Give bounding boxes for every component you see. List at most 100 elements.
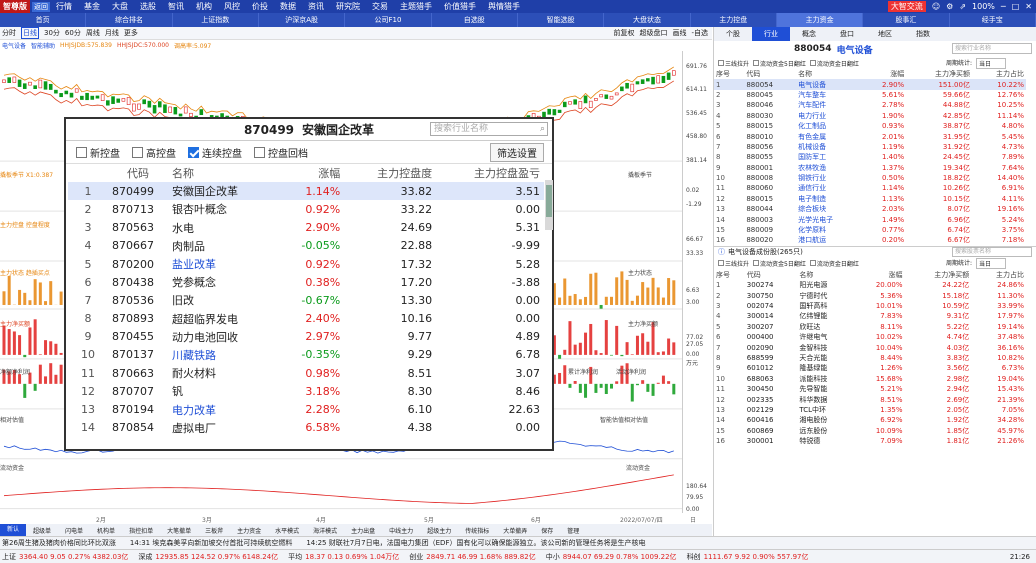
table-row[interactable]: 1 880054 电气设备 2.90% 151.00亿 10.22% bbox=[714, 79, 1026, 90]
table-row[interactable]: 2 300750 宁德时代 5.36% 15.18亿 11.30% bbox=[714, 290, 1026, 300]
nav-tab[interactable]: 沪深京A股 bbox=[259, 13, 346, 27]
table-row[interactable]: 12 880015 电子制造 1.13% 10.15亿 4.11% bbox=[714, 194, 1026, 204]
table-row[interactable]: 11 300450 先导智能 5.21% 2.94亿 15.43% bbox=[714, 384, 1026, 394]
table-row[interactable]: 13 002129 TCL中环 1.35% 2.05亿 7.05% bbox=[714, 405, 1026, 415]
table-row[interactable]: 14 600416 湘电股份 6.92% 1.92亿 34.28% bbox=[714, 415, 1026, 425]
news-item[interactable]: 14:31 埃克森美孚向新加坡交付首批可持续航空燃料 bbox=[130, 538, 292, 548]
indicator-tab[interactable]: 大笔撤单 bbox=[160, 526, 198, 535]
table-row[interactable]: 14 880003 光学光电子 1.49% 6.96亿 5.24% bbox=[714, 214, 1026, 224]
table-row[interactable]: 1 870499 安徽国企改革 1.14% 33.82 3.51 bbox=[68, 182, 544, 201]
table-row[interactable]: 11 870663 耐火材料 0.98% 8.51 3.07 bbox=[68, 364, 544, 382]
index-quote[interactable]: 上证 3364.40 9.05 0.27% 4382.03亿 bbox=[2, 552, 128, 562]
maximize-icon[interactable]: □ bbox=[1012, 2, 1020, 11]
menu-item[interactable]: 数据 bbox=[280, 2, 296, 11]
news-item[interactable]: 第26周生猪及猪肉价格同比环比双涨 bbox=[2, 538, 116, 548]
table-row[interactable]: 15 880009 化学原料 0.77% 6.74亿 3.75% bbox=[714, 225, 1026, 235]
trade-button[interactable]: 大智交流 bbox=[887, 1, 926, 12]
menu-item[interactable]: 价值猎手 bbox=[444, 2, 476, 11]
column-header[interactable]: 序号 bbox=[714, 69, 744, 79]
column-header[interactable]: 主力净买额 bbox=[905, 270, 972, 280]
table-row[interactable]: 5 870200 盐业改革 0.92% 17.32 5.28 bbox=[68, 255, 544, 273]
menu-item[interactable]: 研究院 bbox=[336, 2, 360, 11]
toolbar-button[interactable]: 画线 bbox=[672, 28, 686, 38]
popup-search-input[interactable]: 搜索行业名称 ⌕ bbox=[430, 122, 548, 136]
indicator-tab[interactable]: 大单撤弄 bbox=[496, 526, 534, 535]
news-item[interactable]: 14:25 财联社7月7日电，法国电力集团（EDF）国有化可以确保能源独立。该公… bbox=[306, 538, 645, 548]
menu-item[interactable]: 价投 bbox=[252, 2, 268, 11]
period-tab[interactable]: 日线 bbox=[21, 27, 39, 39]
column-header[interactable]: 主力占比 bbox=[971, 270, 1026, 280]
column-header[interactable]: 代码 bbox=[744, 69, 796, 79]
filter-checkbox[interactable]: 控盘回档 bbox=[254, 145, 308, 160]
version-badge[interactable]: 返回 bbox=[32, 1, 50, 12]
column-header[interactable]: 主力净买额 bbox=[906, 69, 972, 79]
indicator-tab[interactable]: 中线主力 bbox=[382, 526, 420, 535]
period-dropdown[interactable]: 当日 bbox=[975, 57, 1006, 69]
filter-checkbox[interactable]: 高控盘 bbox=[132, 145, 176, 160]
share-icon[interactable]: ⇗ bbox=[959, 2, 966, 11]
menu-item[interactable]: 资讯 bbox=[308, 2, 324, 11]
table-row[interactable]: 10 688063 派能科技 15.68% 2.98亿 19.04% bbox=[714, 374, 1026, 384]
column-header[interactable]: 涨幅 bbox=[862, 69, 906, 79]
indicator-tab[interactable]: 闪电单 bbox=[58, 526, 90, 535]
table-row[interactable]: 7 870536 旧改 -0.67% 13.30 0.00 bbox=[68, 291, 544, 309]
period-tab[interactable]: 30分 bbox=[44, 28, 60, 38]
index-quote[interactable]: 深成 12935.85 124.52 0.97% 6148.24亿 bbox=[138, 552, 278, 562]
indicator-tab[interactable]: 传统指标 bbox=[458, 526, 496, 535]
table-row[interactable]: 8 870893 超超临界发电 2.40% 10.16 0.00 bbox=[68, 310, 544, 328]
option-checkbox[interactable]: 流动资金5日翻红 bbox=[753, 259, 806, 268]
column-header[interactable]: 名称 bbox=[796, 69, 862, 79]
indicator-tab[interactable]: 指控扣单 bbox=[122, 526, 160, 535]
table-row[interactable]: 4 870667 肉制品 -0.05% 22.88 -9.99 bbox=[68, 237, 544, 255]
column-header[interactable]: 主力控盘度 bbox=[344, 164, 436, 182]
table-row[interactable]: 4 880030 电力行业 1.90% 42.85亿 11.14% bbox=[714, 111, 1026, 121]
table-row[interactable]: 3 002074 国轩高科 10.01% 10.59亿 33.99% bbox=[714, 301, 1026, 311]
period-tab[interactable]: 分时 bbox=[2, 28, 16, 38]
nav-tab[interactable]: 自选股 bbox=[432, 13, 518, 27]
stock-search-input[interactable]: 搜索股票名称 bbox=[952, 247, 1032, 258]
zoom-level[interactable]: 100% bbox=[972, 2, 995, 11]
column-header[interactable]: 代码 bbox=[108, 164, 168, 182]
column-header[interactable]: 主力控盘盈亏 bbox=[436, 164, 544, 182]
column-header[interactable]: 代码 bbox=[745, 270, 798, 280]
menu-item[interactable]: 交易 bbox=[372, 2, 388, 11]
table-row[interactable]: 9 870455 动力电池回收 2.97% 9.77 4.89 bbox=[68, 328, 544, 346]
table-row[interactable]: 3 870563 水电 2.90% 24.69 5.31 bbox=[68, 219, 544, 237]
filter-checkbox[interactable]: 连续控盘 bbox=[188, 145, 242, 160]
nav-tab[interactable]: 综合排名 bbox=[86, 13, 173, 27]
table-row[interactable]: 3 880046 汽车配件 2.78% 44.88亿 10.25% bbox=[714, 100, 1026, 110]
indicator-tab[interactable]: 超级单 bbox=[26, 526, 58, 535]
nav-tab[interactable]: 智能选股 bbox=[518, 13, 605, 27]
option-checkbox[interactable]: 流动资金日翻红 bbox=[809, 59, 859, 68]
table-row[interactable]: 16 880020 港口航运 0.20% 6.67亿 7.18% bbox=[714, 235, 1026, 245]
minimize-icon[interactable]: ─ bbox=[1001, 2, 1006, 11]
index-quote[interactable]: 平均 18.37 0.13 0.69% 1.04万亿 bbox=[288, 552, 399, 562]
menu-item[interactable]: 选股 bbox=[140, 2, 156, 11]
index-quote[interactable]: 科创 1111.67 9.92 0.90% 557.97亿 bbox=[687, 552, 809, 562]
column-header[interactable]: 涨幅 bbox=[276, 164, 344, 182]
option-checkbox[interactable]: 三线拉升 bbox=[718, 59, 749, 68]
period-dropdown[interactable]: 当日 bbox=[975, 258, 1006, 270]
column-header[interactable]: 名称 bbox=[797, 270, 852, 280]
index-quote[interactable]: 中小 8944.07 69.29 0.78% 1009.22亿 bbox=[546, 552, 677, 562]
nav-tab[interactable]: 主力控盘 bbox=[691, 13, 777, 27]
toolbar-button[interactable]: 前复权 bbox=[613, 28, 634, 38]
period-tab[interactable]: 更多 bbox=[124, 28, 138, 38]
table-row[interactable]: 8 688599 天合光能 8.44% 3.83亿 10.82% bbox=[714, 353, 1026, 363]
sector-tab[interactable]: 行业 bbox=[752, 27, 790, 41]
option-checkbox[interactable]: 三线拉升 bbox=[718, 259, 749, 268]
indicator-tab[interactable]: 三板斧 bbox=[198, 526, 230, 535]
table-row[interactable]: 10 870137 川藏铁路 -0.35% 9.29 6.78 bbox=[68, 346, 544, 364]
table-row[interactable]: 13 880044 综合板块 2.03% 8.07亿 19.16% bbox=[714, 204, 1026, 214]
sector-search-input[interactable]: 搜索行业名称 bbox=[952, 43, 1032, 54]
filter-settings-button[interactable]: 筛选设置 bbox=[490, 142, 544, 162]
indicator-tab[interactable]: 主力出盘 bbox=[344, 526, 382, 535]
table-row[interactable]: 13 870194 电力改革 2.28% 6.10 22.63 bbox=[68, 400, 544, 418]
toolbar-button[interactable]: 超级盘口 bbox=[639, 28, 667, 38]
table-row[interactable]: 9 601012 隆基绿能 1.26% 3.56亿 6.73% bbox=[714, 363, 1026, 373]
table-row[interactable]: 7 002090 金智科技 10.04% 4.03亿 36.16% bbox=[714, 342, 1026, 352]
menu-item[interactable]: 大盘 bbox=[112, 2, 128, 11]
search-icon[interactable]: ⌕ bbox=[540, 123, 545, 135]
table-row[interactable]: 5 300207 欣旺达 8.11% 5.22亿 19.14% bbox=[714, 322, 1026, 332]
close-icon[interactable]: ✕ bbox=[1025, 2, 1032, 11]
